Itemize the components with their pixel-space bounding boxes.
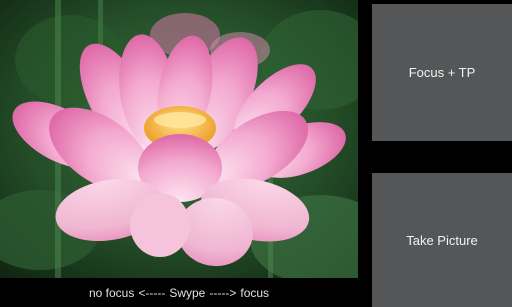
gesture-hint-right-arrow: -----> <box>209 285 237 300</box>
gesture-hint-focus: focus <box>240 285 270 300</box>
camera-viewfinder[interactable] <box>0 0 358 278</box>
focus-tp-button[interactable]: Focus + TP <box>372 4 512 141</box>
gesture-hint-swype: Swype <box>169 285 206 300</box>
take-picture-button[interactable]: Take Picture <box>372 173 512 307</box>
gesture-hint-left-arrow: <----- <box>138 285 166 300</box>
lotus-preview-image <box>0 0 358 278</box>
gesture-hint: no focus <----- Swype -----> focus <box>0 278 358 307</box>
gesture-hint-no-focus: no focus <box>88 285 135 300</box>
